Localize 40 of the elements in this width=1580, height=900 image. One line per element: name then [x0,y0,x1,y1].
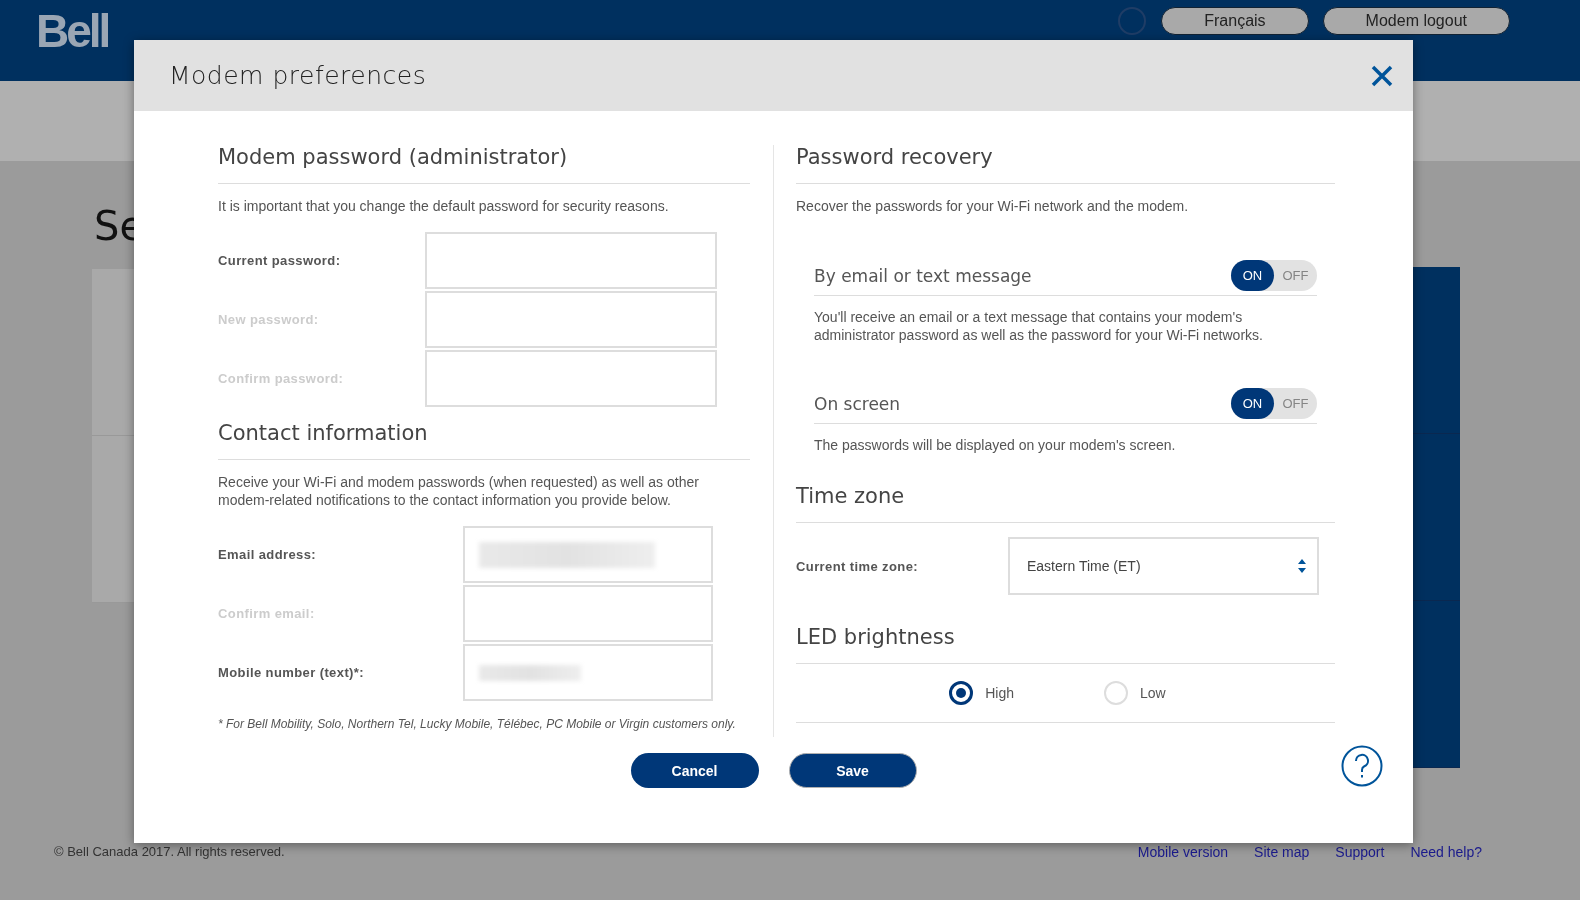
option-title: On screen [814,393,901,414]
toggle-switch[interactable]: ON OFF [1231,260,1317,291]
copyright-text: © Bell Canada 2017. All rights reserved. [54,844,285,859]
section-heading: Password recovery [796,145,1335,184]
input-field[interactable] [425,232,717,289]
footer-link[interactable]: Support [1335,844,1385,860]
section-heading: Time zone [796,484,1335,523]
help-icon[interactable] [1341,745,1383,787]
header-button[interactable]: Français [1161,7,1309,35]
logo[interactable]: Bell [36,4,109,58]
option-description: The passwords will be displayed on your modem's screen. [814,436,1177,454]
dialog-button[interactable]: Save [788,753,917,788]
header-button[interactable]: Modem logout [1322,7,1510,35]
toggle-switch[interactable]: ON OFF [1231,388,1317,419]
field-label: Email address: [218,547,318,562]
section-description: Recover the passwords for your Wi-Fi network and the modem. [796,197,1190,215]
field-label: Mobile number (text)*: [218,665,366,680]
radio-option[interactable]: Low [1104,681,1182,705]
sort-arrows-icon [1297,557,1307,575]
field-label: Current time zone: [796,558,920,574]
option-description: You'll receive an email or a text message that contains your modem's administrator password as well as the password for your Wi-Fi networks. [814,308,1264,344]
footer-link[interactable]: Mobile version [1137,844,1229,860]
section-heading: LED brightness [796,625,1335,664]
input-field[interactable] [463,644,713,701]
timezone-select[interactable]: Eastern Time (ET) [1008,537,1319,595]
section-heading: Contact information [218,421,750,460]
section-heading: Modem password (administrator) [218,145,750,184]
section-description: It is important that you change the default password for security reasons. [218,197,670,215]
section-description: Receive your Wi-Fi and modem passwords (when requested) as well as other modem-related notifications to the contact information you provide below. [218,473,700,509]
close-icon[interactable] [1371,64,1393,87]
field-label: Current password: [218,253,342,268]
radio-option[interactable]: High [949,681,1031,705]
footer-link[interactable]: Need help? [1410,844,1482,860]
footnote: * For Bell Mobility, Solo, Northern Tel, Lucky Mobile, Télébec, PC Mobile or Virgin customers only. [218,717,737,731]
footer-link[interactable]: Site map [1254,844,1310,860]
dialog-button[interactable]: Cancel [630,753,759,788]
dialog-title: Modem preferences [169,61,427,90]
input-field[interactable] [463,526,713,583]
option-title: By email or text message [814,265,1032,286]
search-icon[interactable] [1117,6,1148,36]
